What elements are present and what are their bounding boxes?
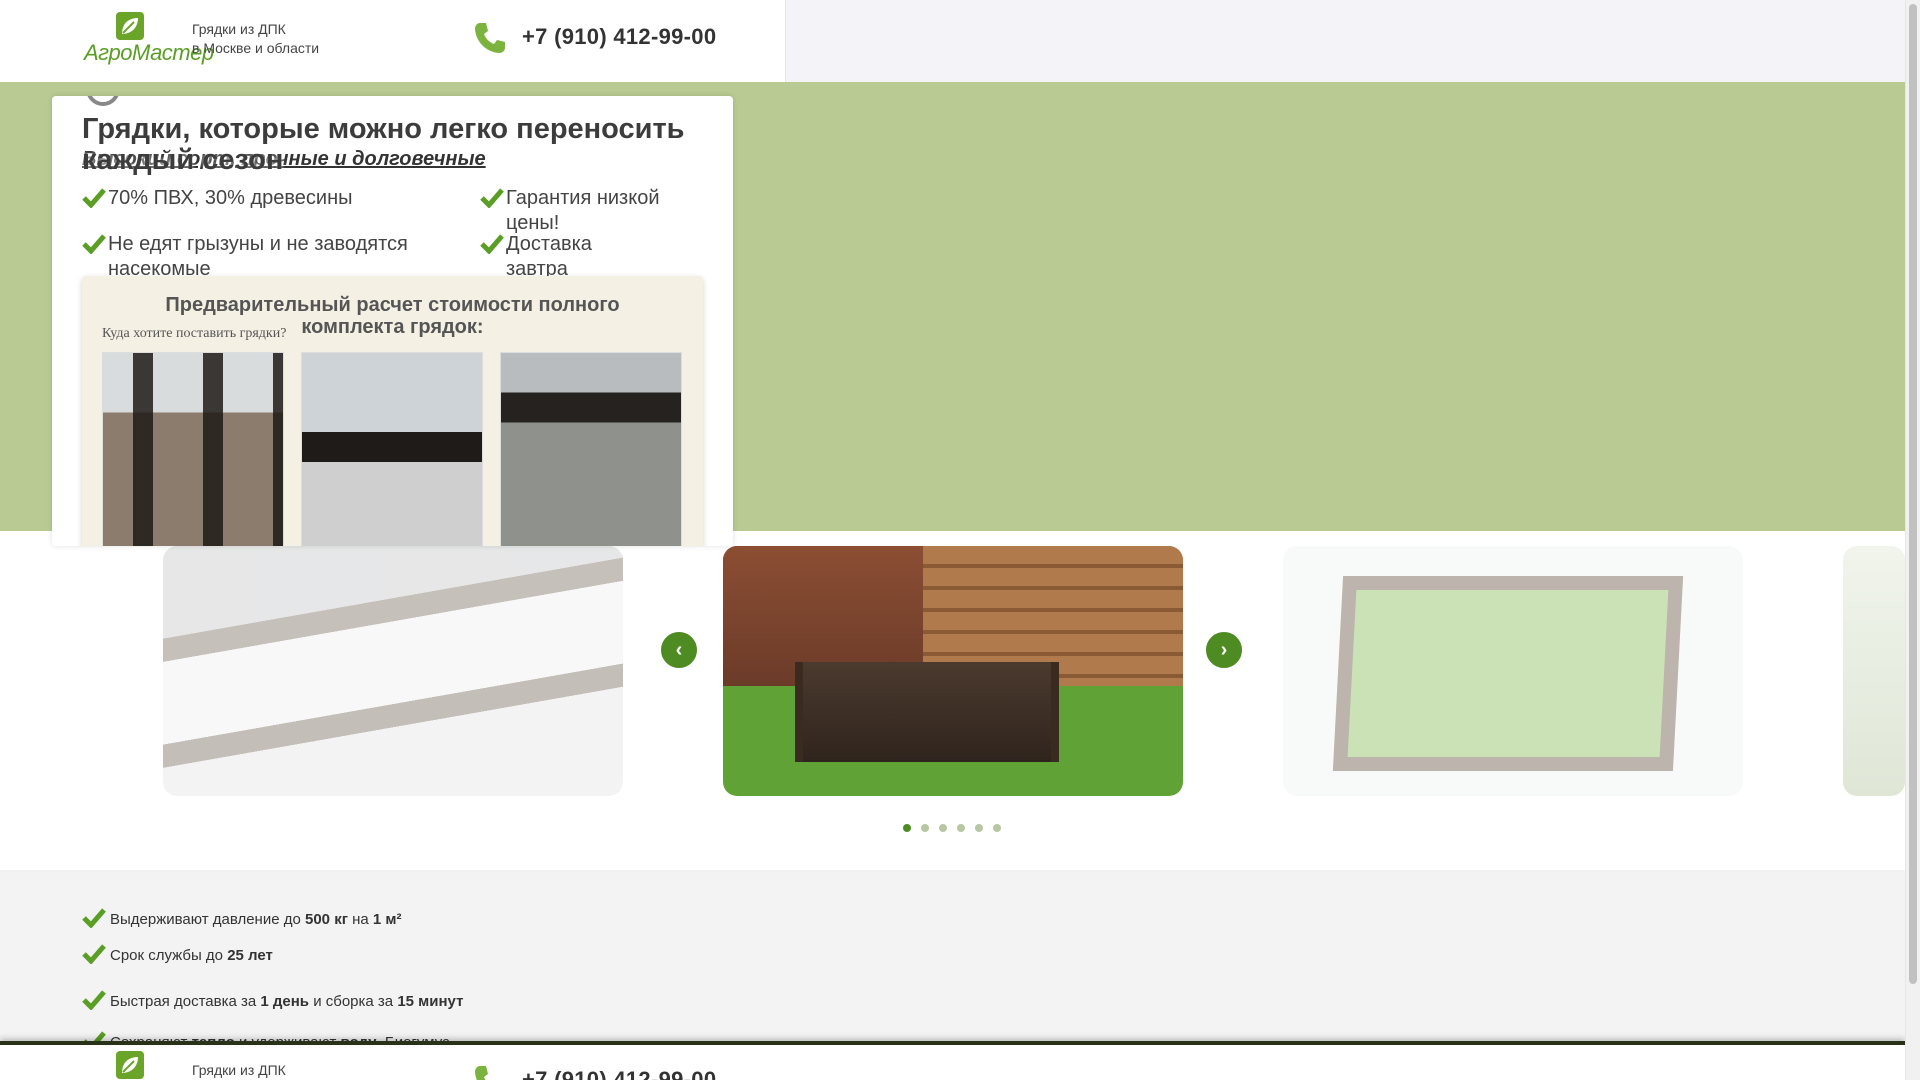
feature-item: 70% ПВХ, 30% древесины	[82, 186, 438, 211]
phone-icon	[475, 23, 505, 53]
benefit-bold: 25 лет	[227, 947, 273, 964]
header-right-area	[785, 0, 1905, 82]
check-icon	[82, 908, 106, 928]
sticky-bar-border	[0, 1041, 1905, 1045]
location-option-greenhouse[interactable]	[301, 352, 483, 546]
chevron-left-icon: ‹	[675, 638, 683, 661]
benefit-text: Выдерживают давление до	[110, 911, 305, 928]
hero-title: Грядки, которые можно легко переносить к…	[82, 113, 685, 176]
check-icon	[82, 990, 106, 1010]
benefit-text: на	[347, 911, 373, 928]
gallery-slide-next[interactable]	[1283, 546, 1743, 796]
calculator-question: Куда хотите поставить грядки?	[102, 326, 287, 341]
benefit-bold: 1 день	[260, 993, 310, 1010]
benefit-item: Быстрая доставка за 1 день и сборка за 1…	[82, 990, 464, 1010]
benefit-bold: 1 м²	[372, 911, 402, 928]
header-tagline: Грядки из ДПК в Москве и области	[192, 20, 319, 58]
feature-text: Гарантия низкой цены!	[506, 187, 660, 234]
site-header: АгроМастер Грядки из ДПК в Москве и обла…	[0, 0, 785, 82]
leaf-logo-icon[interactable]	[116, 1051, 144, 1079]
header-phone-link[interactable]: +7 (910) 412-99-00	[522, 24, 716, 50]
benefit-item: Срок службы до 25 лет	[82, 944, 273, 964]
location-option-both[interactable]	[500, 352, 682, 546]
gallery-slide-partial[interactable]	[1843, 546, 1905, 796]
slider-dot[interactable]	[993, 824, 1001, 832]
sticky-tagline: Грядки из ДПК	[192, 1062, 286, 1078]
slider-next-button[interactable]: ›	[1204, 630, 1244, 670]
slider-dot[interactable]	[957, 824, 965, 832]
logo[interactable]: АгроМастер	[84, 12, 214, 66]
slider-dot[interactable]	[975, 824, 983, 832]
gallery-slide-prev[interactable]	[163, 546, 623, 796]
garden-bed-photo-part	[1332, 576, 1684, 771]
benefit-bold: 15 минут	[397, 993, 464, 1010]
feature-item: Доставка завтра	[480, 232, 626, 282]
feature-text: Не едят грызуны и не заводятся насекомые	[108, 233, 408, 280]
sticky-header-bar: Грядки из ДПК +7 (910) 412-99-00	[0, 1041, 1905, 1080]
slider-pagination	[903, 824, 1001, 832]
chevron-right-icon: ›	[1220, 638, 1228, 661]
clock-icon	[86, 96, 120, 106]
slider-prev-button[interactable]: ‹	[659, 630, 699, 670]
benefit-text: и сборка за	[309, 993, 398, 1010]
slider-dot[interactable]	[921, 824, 929, 832]
phone-icon	[475, 1066, 488, 1080]
benefit-item: Выдерживают давление до 500 кг на 1 м²	[82, 908, 402, 928]
leaf-logo-icon	[116, 12, 144, 40]
benefit-text: Быстрая доставка за	[110, 993, 261, 1010]
scrollbar-thumb[interactable]	[1909, 4, 1917, 984]
feature-item: Не едят грызуны и не заводятся насекомые	[82, 232, 438, 282]
tagline-line-1: Грядки из ДПК	[192, 21, 286, 37]
check-icon	[82, 188, 106, 208]
feature-item: Гарантия низкой цены!	[480, 186, 696, 236]
feature-text: 70% ПВХ, 30% древесины	[108, 187, 353, 209]
check-icon	[82, 944, 106, 964]
hero-card: Высокий сорт, прочные и долговечные Гряд…	[52, 96, 733, 546]
check-icon	[480, 188, 504, 208]
price-calculator: Предварительный расчет стоимости полного…	[82, 276, 703, 546]
sticky-phone-link[interactable]: +7 (910) 412-99-00	[522, 1067, 716, 1080]
check-icon	[480, 234, 504, 254]
benefit-bold: 500 кг	[305, 911, 348, 928]
slider-dot[interactable]	[903, 824, 911, 832]
page-scrollbar[interactable]	[1905, 0, 1920, 1080]
feature-text: Доставка завтра	[506, 233, 592, 280]
location-option-outdoor[interactable]	[102, 352, 284, 546]
slider-dot[interactable]	[939, 824, 947, 832]
check-icon	[82, 234, 106, 254]
tagline-line-2: в Москве и области	[192, 40, 320, 56]
gallery-slide-active[interactable]	[723, 546, 1183, 796]
benefit-text: Срок службы до	[110, 947, 228, 964]
planter-photo-part	[795, 662, 1059, 762]
